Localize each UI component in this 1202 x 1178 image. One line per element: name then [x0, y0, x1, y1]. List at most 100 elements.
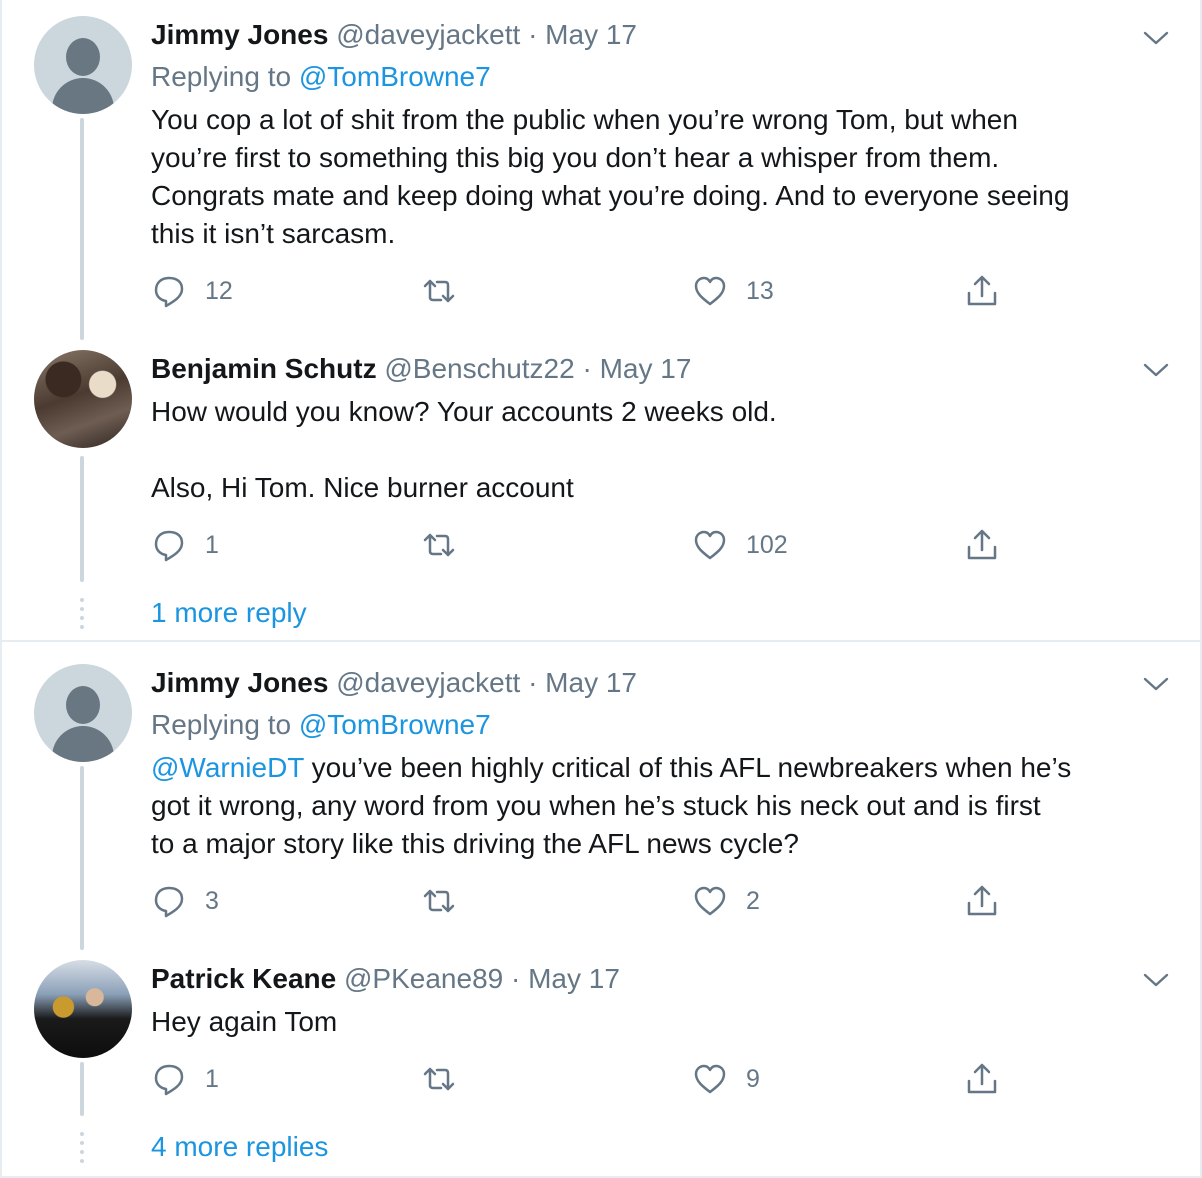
conversation-divider — [0, 640, 1202, 642]
tweet-date[interactable]: May 17 — [545, 19, 637, 50]
tweet-text-line: Congrats mate and keep doing what you’re… — [151, 180, 1070, 211]
chevron-down-icon[interactable] — [1143, 674, 1169, 694]
tweet-text: @WarnieDT you’ve been highly critical of… — [151, 749, 1181, 863]
mention-link[interactable]: @WarnieDT — [151, 752, 304, 783]
replying-to-link[interactable]: @TomBrowne7 — [299, 709, 491, 740]
tweet-header: Jimmy Jones @daveyjackett · May 17 — [151, 18, 637, 52]
display-name[interactable]: Benjamin Schutz — [151, 353, 377, 384]
like-button[interactable]: 2 — [692, 883, 760, 919]
tweet-date[interactable]: May 17 — [545, 667, 637, 698]
share-button[interactable] — [964, 1061, 1000, 1097]
like-button[interactable]: 102 — [692, 527, 788, 563]
tweet-date[interactable]: May 17 — [528, 963, 620, 994]
replying-to-prefix: Replying to — [151, 61, 292, 92]
user-handle[interactable]: @daveyjackett — [336, 19, 520, 50]
tweet-actions: 1 102 — [151, 527, 1011, 563]
display-name[interactable]: Jimmy Jones — [151, 19, 328, 50]
thread-ellipsis-dots — [80, 598, 84, 634]
tweet-header: Benjamin Schutz @Benschutz22 · May 17 — [151, 352, 691, 386]
thread-connector-line — [80, 118, 84, 340]
chevron-down-icon[interactable] — [1143, 360, 1169, 380]
tweet-text-line: this it isn’t sarcasm. — [151, 218, 396, 249]
chevron-down-icon[interactable] — [1143, 970, 1169, 990]
tweet-text: Hey again Tom — [151, 1003, 1181, 1041]
like-count: 13 — [746, 276, 774, 305]
separator-dot: · — [528, 19, 538, 50]
tweet-header: Jimmy Jones @daveyjackett · May 17 — [151, 666, 637, 700]
user-photo-avatar[interactable] — [34, 960, 132, 1058]
separator-dot: · — [582, 353, 592, 384]
heart-icon — [694, 1064, 726, 1094]
tweet-date[interactable]: May 17 — [600, 353, 692, 384]
tweet-text-line: Also, Hi Tom. Nice burner account — [151, 472, 574, 503]
share-icon — [967, 885, 997, 916]
tweet-text-line: to a major story like this driving the A… — [151, 828, 799, 859]
user-handle[interactable]: @PKeane89 — [344, 963, 503, 994]
heart-icon — [694, 886, 726, 916]
like-button[interactable]: 9 — [692, 1061, 760, 1097]
thread-connector-line — [80, 766, 84, 950]
reply-button[interactable]: 1 — [151, 527, 219, 563]
more-replies-link[interactable]: 1 more reply — [151, 596, 307, 630]
reply-button[interactable]: 1 — [151, 1061, 219, 1097]
retweet-button[interactable] — [421, 273, 475, 309]
retweet-icon — [423, 1067, 455, 1091]
tweet-actions: 1 9 — [151, 1061, 1011, 1097]
replying-to: Replying to @TomBrowne7 — [151, 60, 491, 94]
user-handle[interactable]: @daveyjackett — [336, 667, 520, 698]
heart-icon — [694, 530, 726, 560]
tweet-text-line: How would you know? Your accounts 2 week… — [151, 396, 777, 427]
share-icon — [967, 1063, 997, 1094]
reply-count: 1 — [205, 1064, 219, 1093]
tweet-text-line: @WarnieDT you’ve been highly critical of… — [151, 749, 1181, 787]
replying-to-prefix: Replying to — [151, 709, 292, 740]
retweet-icon — [423, 279, 455, 303]
like-count: 9 — [746, 1064, 760, 1093]
share-icon — [967, 275, 997, 306]
thread-ellipsis-dots — [80, 1132, 84, 1168]
separator-dot: · — [528, 667, 538, 698]
default-profile-avatar[interactable] — [34, 664, 132, 762]
like-count: 102 — [746, 530, 788, 559]
tweet-text-line — [151, 431, 1181, 469]
thread-connector-line — [80, 1062, 84, 1116]
display-name[interactable]: Patrick Keane — [151, 963, 336, 994]
like-count: 2 — [746, 886, 760, 915]
default-profile-avatar[interactable] — [34, 16, 132, 114]
more-replies-link[interactable]: 4 more replies — [151, 1130, 328, 1164]
tweet-text: You cop a lot of shit from the public wh… — [151, 101, 1181, 253]
tweet-actions: 12 13 — [151, 273, 1011, 309]
tweet-text-line: got it wrong, any word from you when he’… — [151, 790, 1041, 821]
reply-icon — [154, 530, 184, 562]
tweet-text-line: Hey again Tom — [151, 1006, 338, 1037]
reply-icon — [154, 276, 184, 308]
display-name[interactable]: Jimmy Jones — [151, 667, 328, 698]
user-photo-avatar[interactable] — [34, 350, 132, 448]
share-button[interactable] — [964, 883, 1000, 919]
retweet-button[interactable] — [421, 1061, 475, 1097]
chevron-down-icon[interactable] — [1143, 28, 1169, 48]
tweet-actions: 3 2 — [151, 883, 1011, 919]
reply-count: 3 — [205, 886, 219, 915]
retweet-button[interactable] — [421, 527, 475, 563]
like-button[interactable]: 13 — [692, 273, 774, 309]
tweet-text: How would you know? Your accounts 2 week… — [151, 393, 1181, 507]
tweet-header: Patrick Keane @PKeane89 · May 17 — [151, 962, 620, 996]
share-button[interactable] — [964, 273, 1000, 309]
share-button[interactable] — [964, 527, 1000, 563]
retweet-button[interactable] — [421, 883, 475, 919]
tweet-text-fragment: you’ve been highly critical of this AFL … — [303, 752, 1072, 783]
tweet-text-line: you’re first to something this big you d… — [151, 142, 1000, 173]
tweet-text-line: You cop a lot of shit from the public wh… — [151, 104, 1018, 135]
replying-to-link[interactable]: @TomBrowne7 — [299, 61, 491, 92]
retweet-icon — [423, 533, 455, 557]
reply-button[interactable]: 12 — [151, 273, 233, 309]
user-handle[interactable]: @Benschutz22 — [384, 353, 574, 384]
reply-icon — [154, 886, 184, 918]
replying-to: Replying to @TomBrowne7 — [151, 708, 491, 742]
reply-button[interactable]: 3 — [151, 883, 219, 919]
heart-icon — [694, 276, 726, 306]
reply-count: 12 — [205, 276, 233, 305]
reply-count: 1 — [205, 530, 219, 559]
retweet-icon — [423, 889, 455, 913]
